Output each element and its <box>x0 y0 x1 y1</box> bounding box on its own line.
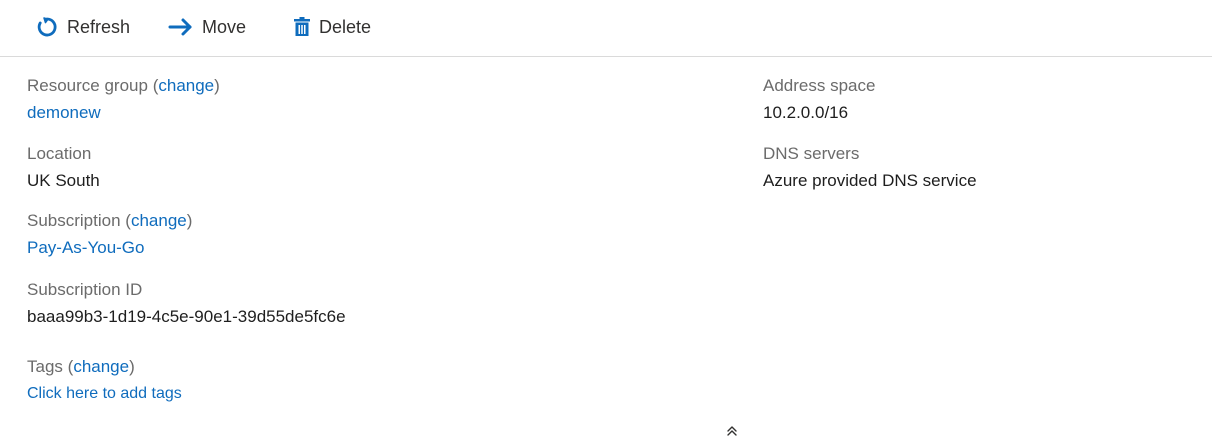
resource-group-label-row: Resource group (change) <box>27 76 220 95</box>
double-chevron-up-icon <box>725 425 739 442</box>
tags-label-row: Tags (change) <box>27 357 135 376</box>
move-button[interactable]: Move <box>168 10 246 44</box>
address-space-label: Address space <box>763 76 876 95</box>
location-value: UK South <box>27 171 100 190</box>
tags-field: Tags (change) Click here to add tags <box>27 356 182 405</box>
address-space-field: Address space 10.2.0.0/16 <box>763 75 875 124</box>
collapse-essentials-button[interactable] <box>725 424 739 438</box>
subscription-change-link[interactable]: change <box>131 211 187 230</box>
delete-button[interactable]: Delete <box>293 10 371 44</box>
subscription-id-value: baaa99b3-1d19-4c5e-90e1-39d55de5fc6e <box>27 307 346 326</box>
refresh-button[interactable]: Refresh <box>35 10 130 44</box>
tags-label: Tags <box>27 357 63 376</box>
resource-group-value-link[interactable]: demonew <box>27 102 220 124</box>
refresh-label: Refresh <box>67 16 131 37</box>
address-space-value: 10.2.0.0/16 <box>763 103 849 122</box>
resource-group-change-link[interactable]: change <box>158 76 214 95</box>
subscription-label-row: Subscription (change) <box>27 211 193 230</box>
subscription-id-label: Subscription ID <box>27 280 143 299</box>
dns-servers-value: Azure provided DNS service <box>763 171 977 190</box>
subscription-label: Subscription <box>27 211 121 230</box>
dns-servers-field: DNS servers Azure provided DNS service <box>763 143 977 192</box>
subscription-value-link[interactable]: Pay-As-You-Go <box>27 237 192 259</box>
add-tags-link[interactable]: Click here to add tags <box>27 383 182 405</box>
refresh-icon <box>35 15 59 39</box>
delete-label: Delete <box>319 16 372 37</box>
tags-change-link[interactable]: change <box>73 357 129 376</box>
location-label: Location <box>27 144 92 163</box>
resource-group-field: Resource group (change) demonew <box>27 75 220 124</box>
command-bar: Refresh Move Delete <box>0 0 1212 57</box>
trash-icon <box>293 17 311 37</box>
arrow-right-icon <box>168 17 194 37</box>
subscription-field: Subscription (change) Pay-As-You-Go <box>27 210 192 259</box>
resource-group-label: Resource group <box>27 76 148 95</box>
move-label: Move <box>202 16 247 37</box>
dns-servers-label: DNS servers <box>763 144 860 163</box>
location-field: Location UK South <box>27 143 100 192</box>
subscription-id-field: Subscription ID baaa99b3-1d19-4c5e-90e1-… <box>27 279 346 328</box>
